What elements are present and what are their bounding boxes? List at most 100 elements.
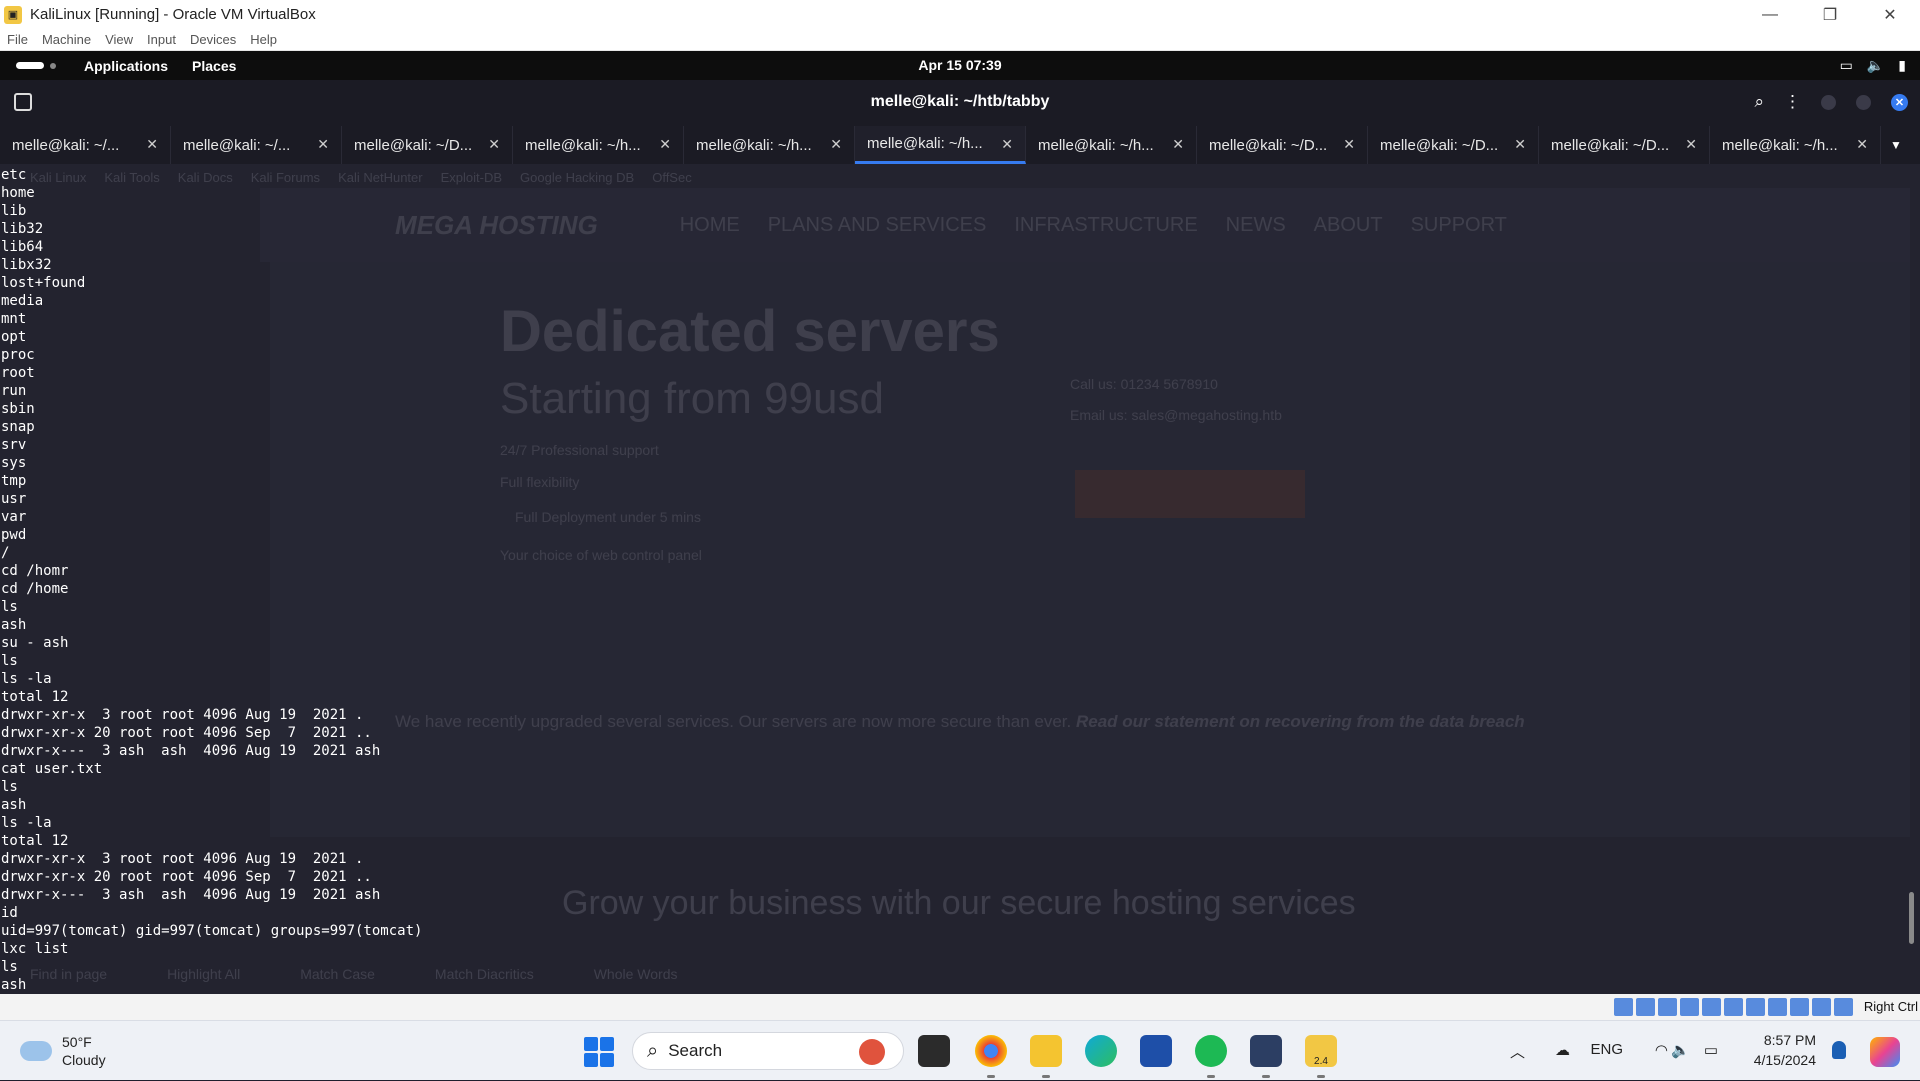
terminal-tab-active[interactable]: melle@kali: ~/h... ✕: [855, 126, 1026, 164]
terminal-tab[interactable]: melle@kali: ~/... ✕: [171, 126, 342, 164]
virtualbox-taskbar-icon[interactable]: 2.4: [1305, 1035, 1337, 1067]
bg-hero-title: Dedicated servers: [500, 299, 1000, 364]
hard-disk-icon[interactable]: [1614, 998, 1633, 1016]
terminal-headerbar: melle@kali: ~/htb/tabby ⌕ ⋮ ✕: [0, 80, 1920, 126]
recording-icon[interactable]: [1768, 998, 1787, 1016]
tab-close-icon[interactable]: ✕: [1172, 136, 1184, 153]
menu-kebab-icon[interactable]: ⋮: [1784, 92, 1801, 112]
taskbar-clock[interactable]: 8:57 PM 4/15/2024: [1754, 1030, 1816, 1070]
terminal-scrollbar[interactable]: [1909, 892, 1914, 944]
terminal-line: drwxr-x--- 3 ash ash 4096 Aug 19 2021 as…: [1, 743, 381, 759]
edge-icon[interactable]: [1085, 1035, 1117, 1067]
windows-taskbar: 50°F Cloudy ⌕ Search 2.4 ︿ ☁ ENG ◠ 🔈 ▭ 8…: [0, 1020, 1920, 1080]
tab-close-icon[interactable]: ✕: [1685, 136, 1697, 153]
maximize-circle-button[interactable]: [1856, 94, 1871, 110]
tab-close-icon[interactable]: ✕: [317, 136, 329, 153]
places-menu[interactable]: Places: [192, 58, 236, 74]
close-circle-button[interactable]: ✕: [1891, 93, 1908, 111]
cube-app-icon[interactable]: [1250, 1035, 1282, 1067]
terminal-line: lib64: [1, 239, 44, 255]
language-indicator[interactable]: ENG: [1590, 1041, 1623, 1058]
battery-icon[interactable]: ▭: [1704, 1041, 1718, 1059]
host-key-label[interactable]: Right Ctrl: [1864, 999, 1918, 1014]
network-icon[interactable]: [1680, 998, 1699, 1016]
tab-overflow-chevron-icon[interactable]: ▼: [1881, 126, 1911, 164]
chevron-up-icon[interactable]: ︿: [1510, 1041, 1525, 1062]
terminal-tab[interactable]: melle@kali: ~/h... ✕: [684, 126, 855, 164]
terminal-tab[interactable]: melle@kali: ~/h... ✕: [1026, 126, 1197, 164]
bg-nav-link: INFRASTRUCTURE: [1014, 213, 1198, 236]
terminal-body[interactable]: Kali Linux Kali Tools Kali Docs Kali For…: [0, 164, 1920, 994]
panel-system-tray[interactable]: ▭ 🔈 ▮: [1840, 57, 1906, 74]
close-button[interactable]: ✕: [1860, 0, 1920, 29]
search-icon[interactable]: ⌕: [1754, 92, 1764, 112]
bg-phone: Call us: 01234 5678910: [1070, 376, 1218, 392]
task-view-icon[interactable]: [918, 1035, 950, 1067]
menu-devices[interactable]: Devices: [183, 32, 243, 47]
start-button[interactable]: [584, 1037, 614, 1067]
minimize-circle-button[interactable]: [1821, 94, 1836, 110]
tab-close-icon[interactable]: ✕: [1343, 136, 1355, 153]
spotify-icon[interactable]: [1195, 1035, 1227, 1067]
terminal-line: ls: [1, 599, 18, 615]
bg-feature: Full Deployment under 5 mins: [515, 509, 701, 525]
mouse-integration-icon[interactable]: [1812, 998, 1831, 1016]
copilot-icon[interactable]: [1870, 1037, 1900, 1067]
tab-close-icon[interactable]: ✕: [488, 136, 500, 153]
terminal-line: tmp: [1, 473, 27, 489]
tab-label: melle@kali: ~/h...: [1038, 136, 1154, 154]
applications-menu[interactable]: Applications: [84, 58, 168, 74]
terminal-line: cat user.txt: [1, 761, 103, 777]
cpu-icon[interactable]: [1790, 998, 1809, 1016]
vbox-badge: 2.4: [1314, 1056, 1328, 1067]
file-explorer-icon[interactable]: [1030, 1035, 1062, 1067]
screen-icon[interactable]: ▭: [1840, 57, 1853, 74]
taskbar-search[interactable]: ⌕ Search: [632, 1032, 904, 1070]
optical-drive-icon[interactable]: [1636, 998, 1655, 1016]
wifi-icon[interactable]: ◠: [1655, 1041, 1668, 1059]
weather-widget[interactable]: 50°F Cloudy: [20, 1033, 106, 1069]
keyboard-capture-icon[interactable]: [1834, 998, 1853, 1016]
bg-nav-link: ABOUT: [1313, 213, 1383, 236]
chrome-icon[interactable]: [975, 1035, 1007, 1067]
bg-feature: Your choice of web control panel: [500, 547, 702, 563]
tab-close-icon[interactable]: ✕: [830, 136, 842, 153]
minimize-button[interactable]: —: [1740, 0, 1800, 29]
new-tab-icon[interactable]: [14, 93, 32, 111]
terminal-tab[interactable]: melle@kali: ~/h... ✕: [513, 126, 684, 164]
menu-file[interactable]: File: [0, 32, 35, 47]
battery-icon[interactable]: ▮: [1898, 57, 1906, 74]
menu-machine[interactable]: Machine: [35, 32, 98, 47]
speaker-icon[interactable]: 🔈: [1671, 1041, 1690, 1059]
terminal-tab[interactable]: melle@kali: ~/D... ✕: [1197, 126, 1368, 164]
terminal-line: pwd: [1, 527, 27, 543]
shared-folder-icon[interactable]: [1724, 998, 1743, 1016]
tab-close-icon[interactable]: ✕: [1856, 136, 1868, 153]
display-icon[interactable]: [1746, 998, 1765, 1016]
panel-clock[interactable]: Apr 15 07:39: [0, 57, 1920, 73]
terminal-tab[interactable]: melle@kali: ~/D... ✕: [1368, 126, 1539, 164]
tab-label: melle@kali: ~/h...: [867, 135, 983, 152]
audio-icon[interactable]: [1658, 998, 1677, 1016]
store-icon[interactable]: [1140, 1035, 1172, 1067]
restore-button[interactable]: ❐: [1800, 0, 1860, 29]
terminal-line: ash: [1, 977, 27, 993]
menu-input[interactable]: Input: [140, 32, 183, 47]
terminal-tab[interactable]: melle@kali: ~/... ✕: [0, 126, 171, 164]
tab-close-icon[interactable]: ✕: [1001, 136, 1013, 153]
terminal-line: ls -la: [1, 671, 52, 687]
menu-view[interactable]: View: [98, 32, 140, 47]
terminal-tab[interactable]: melle@kali: ~/D... ✕: [1539, 126, 1710, 164]
tab-close-icon[interactable]: ✕: [1514, 136, 1526, 153]
tab-close-icon[interactable]: ✕: [659, 136, 671, 153]
workspace-switcher[interactable]: [16, 62, 56, 69]
search-highlight-icon: [859, 1039, 885, 1065]
terminal-tab[interactable]: melle@kali: ~/h... ✕: [1710, 126, 1881, 164]
volume-icon[interactable]: 🔈: [1867, 57, 1884, 74]
onedrive-icon[interactable]: ☁: [1555, 1041, 1570, 1059]
usb-icon[interactable]: [1702, 998, 1721, 1016]
tab-close-icon[interactable]: ✕: [146, 136, 158, 153]
terminal-tab[interactable]: melle@kali: ~/D... ✕: [342, 126, 513, 164]
menu-help[interactable]: Help: [243, 32, 284, 47]
notification-bell-icon[interactable]: [1832, 1041, 1846, 1059]
